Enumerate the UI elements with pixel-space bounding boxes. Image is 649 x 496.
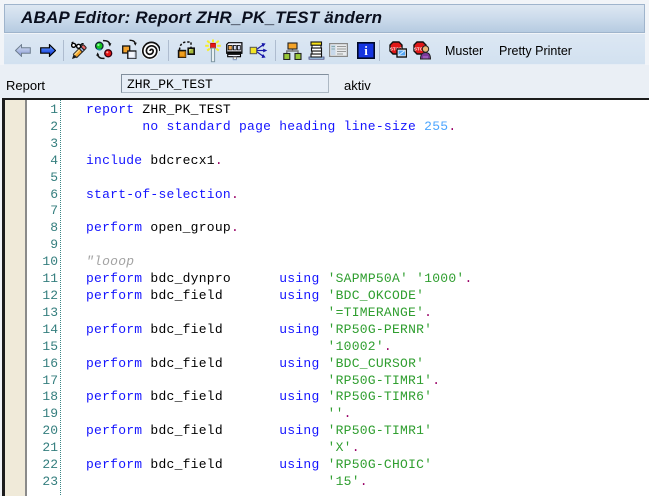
svg-text:i: i: [364, 43, 368, 58]
